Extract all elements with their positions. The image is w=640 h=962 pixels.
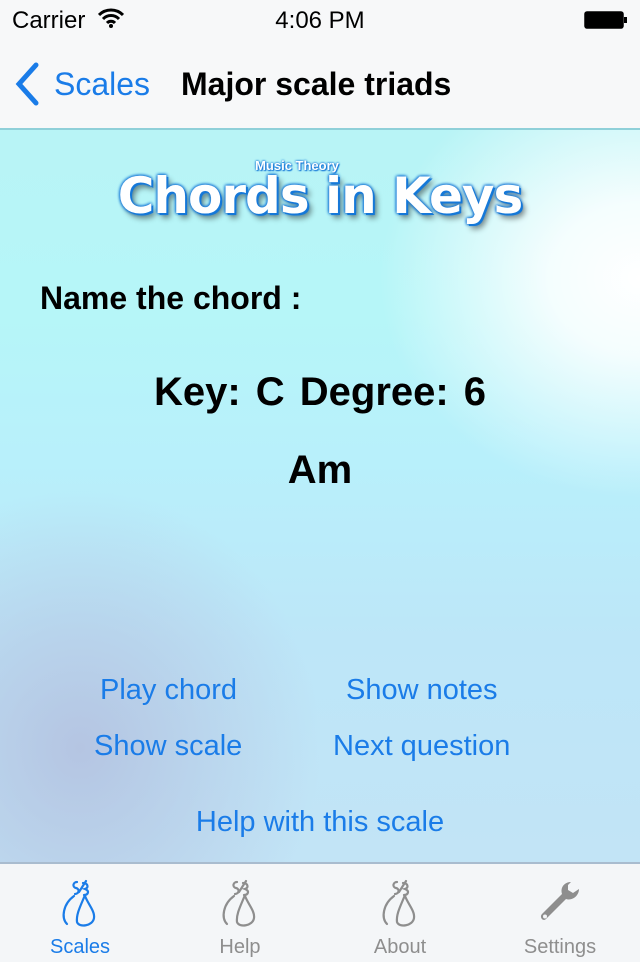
tab-help[interactable]: Help [160,864,320,962]
wrench-icon [540,882,579,920]
violin-icon [62,879,96,927]
quiz-answer: Am [287,448,353,492]
tab-label: Scales [49,936,111,958]
logo-title: Chords in Keys [117,167,524,225]
battery-icon [584,11,627,29]
page-title: Major scale triads [181,66,452,102]
show-scale-button[interactable]: Show scale [94,730,242,763]
tab-bar: Scales Help About Settings [0,862,640,962]
help-with-scale-button[interactable]: Help with this scale [0,806,640,839]
back-button[interactable]: Scales [14,62,150,106]
back-button-label: Scales [54,65,151,102]
quiz-question: Key: C Degree: 6 [153,370,487,414]
tab-about[interactable]: About [320,864,480,962]
navigation-bar: Scales Major scale triads [0,40,640,130]
next-question-button[interactable]: Next question [333,730,510,763]
tab-label: About [373,936,427,958]
tab-scales[interactable]: Scales [0,864,160,962]
quiz-prompt: Name the chord : [40,280,302,316]
app-logo: Music Theory Chords in Keys [0,158,640,225]
tab-label: Settings [523,936,597,958]
violin-icon [382,879,416,927]
status-bar: Carrier 4:06 PM [0,0,640,40]
clock: 4:06 PM [275,7,365,34]
tab-settings[interactable]: Settings [480,864,640,962]
chevron-left-icon [15,62,39,106]
play-chord-button[interactable]: Play chord [100,674,237,707]
tab-label: Help [219,936,261,958]
violin-icon [222,879,256,927]
show-notes-button[interactable]: Show notes [346,674,498,707]
